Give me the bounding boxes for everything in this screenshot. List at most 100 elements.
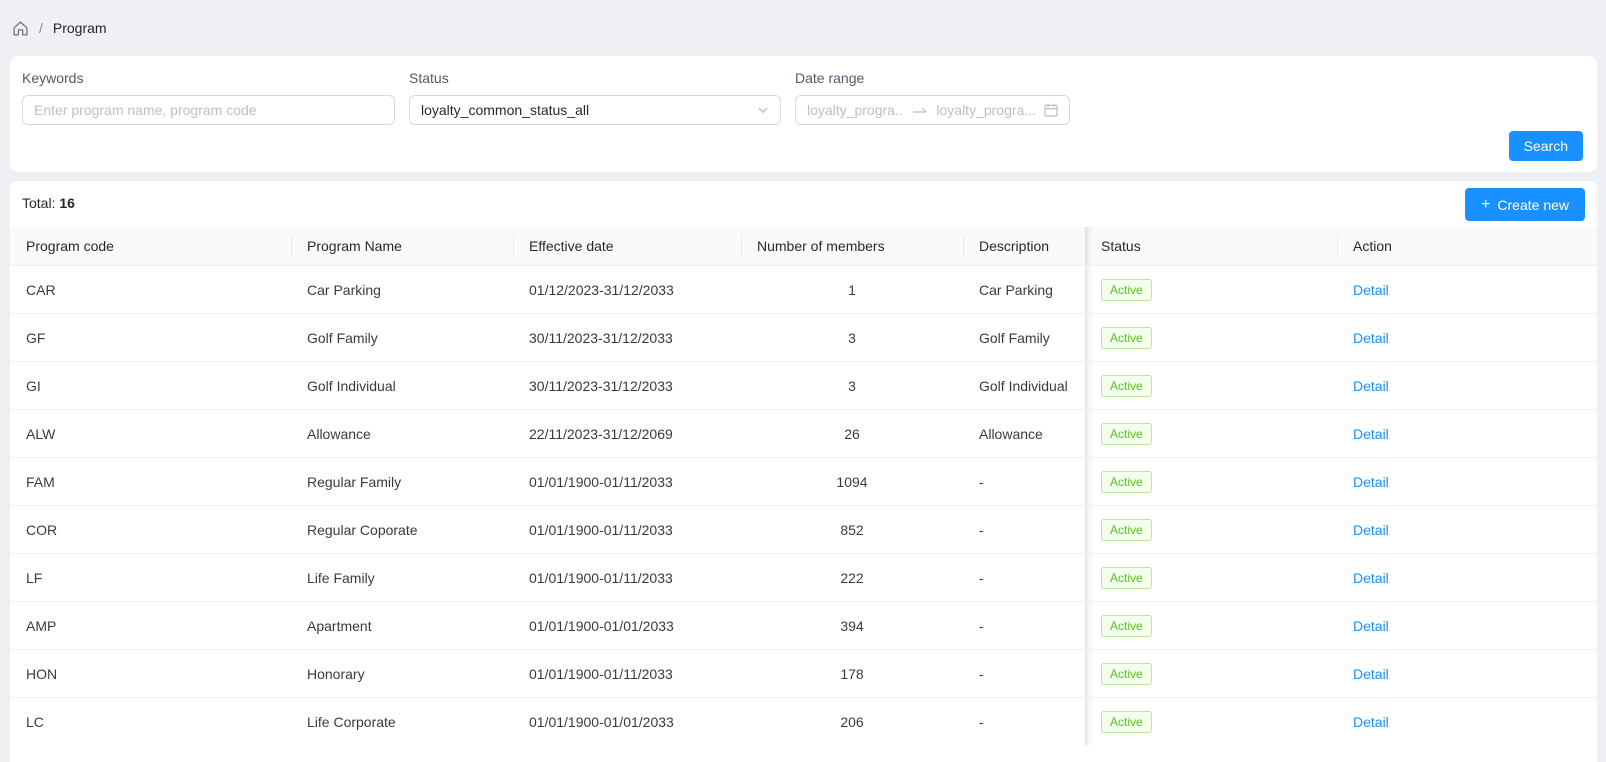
cell-number-of-members: 1094 <box>741 458 963 505</box>
cell-program-code: COR <box>10 506 291 553</box>
cell-number-of-members: 852 <box>741 506 963 553</box>
cell-program-code: CAR <box>10 266 291 313</box>
table-row: FAMRegular Family01/01/1900-01/11/203310… <box>10 457 1597 505</box>
table-row: CORRegular Coporate01/01/1900-01/11/2033… <box>10 505 1597 553</box>
table-row: LCLife Corporate01/01/1900-01/01/2033206… <box>10 697 1597 745</box>
cell-number-of-members: 206 <box>741 698 963 745</box>
breadcrumb-separator: / <box>39 20 43 36</box>
cell-program-code: GI <box>10 362 291 409</box>
cell-description: Car Parking <box>963 266 1085 313</box>
cell-action: Detail <box>1337 314 1597 361</box>
filter-panel: Keywords Status loyalty_common_status_al… <box>10 56 1597 172</box>
detail-link[interactable]: Detail <box>1353 282 1389 298</box>
column-header-description: Description <box>963 227 1085 265</box>
chevron-down-icon <box>757 104 769 116</box>
detail-link[interactable]: Detail <box>1353 666 1389 682</box>
cell-description: - <box>963 458 1085 505</box>
total-value: 16 <box>59 195 75 211</box>
date-range-picker[interactable]: loyalty_progra... loyalty_progra... <box>795 95 1070 125</box>
table-row: LFLife Family01/01/1900-01/11/2033222-Ac… <box>10 553 1597 601</box>
search-button[interactable]: Search <box>1509 131 1583 161</box>
cell-description: - <box>963 650 1085 697</box>
cell-number-of-members: 3 <box>741 362 963 409</box>
status-badge: Active <box>1101 567 1152 589</box>
cell-effective-date: 01/01/1900-01/11/2033 <box>513 506 741 553</box>
cell-effective-date: 22/11/2023-31/12/2069 <box>513 410 741 457</box>
cell-action: Detail <box>1337 362 1597 409</box>
cell-program-name: Golf Individual <box>291 362 513 409</box>
cell-status: Active <box>1085 314 1337 361</box>
column-header-effective-date: Effective date <box>513 227 741 265</box>
detail-link[interactable]: Detail <box>1353 570 1389 586</box>
cell-status: Active <box>1085 362 1337 409</box>
cell-program-name: Life Corporate <box>291 698 513 745</box>
search-button-label: Search <box>1524 138 1568 154</box>
cell-status: Active <box>1085 458 1337 505</box>
cell-number-of-members: 26 <box>741 410 963 457</box>
detail-link[interactable]: Detail <box>1353 618 1389 634</box>
cell-effective-date: 01/01/1900-01/01/2033 <box>513 602 741 649</box>
cell-effective-date: 01/01/1900-01/01/2033 <box>513 698 741 745</box>
status-badge: Active <box>1101 519 1152 541</box>
table-row: HONHonorary01/01/1900-01/11/2033178-Acti… <box>10 649 1597 697</box>
detail-link[interactable]: Detail <box>1353 474 1389 490</box>
cell-program-code: ALW <box>10 410 291 457</box>
cell-program-name: Golf Family <box>291 314 513 361</box>
cell-description: - <box>963 602 1085 649</box>
table-body: CARCar Parking01/12/2023-31/12/20331Car … <box>10 265 1597 745</box>
column-header-status: Status <box>1085 227 1337 265</box>
cell-description: Allowance <box>963 410 1085 457</box>
keywords-input[interactable] <box>22 95 395 125</box>
cell-action: Detail <box>1337 506 1597 553</box>
detail-link[interactable]: Detail <box>1353 378 1389 394</box>
cell-number-of-members: 394 <box>741 602 963 649</box>
cell-effective-date: 01/12/2023-31/12/2033 <box>513 266 741 313</box>
detail-link[interactable]: Detail <box>1353 522 1389 538</box>
detail-link[interactable]: Detail <box>1353 714 1389 730</box>
cell-description: - <box>963 698 1085 745</box>
cell-program-name: Life Family <box>291 554 513 601</box>
create-new-button[interactable]: + Create new <box>1465 188 1585 221</box>
breadcrumb-current[interactable]: Program <box>53 20 107 36</box>
cell-description: Golf Family <box>963 314 1085 361</box>
cell-action: Detail <box>1337 554 1597 601</box>
column-header-program-name: Program Name <box>291 227 513 265</box>
cell-action: Detail <box>1337 458 1597 505</box>
cell-action: Detail <box>1337 266 1597 313</box>
cell-effective-date: 01/01/1900-01/11/2033 <box>513 554 741 601</box>
detail-link[interactable]: Detail <box>1353 330 1389 346</box>
status-badge: Active <box>1101 423 1152 445</box>
cell-effective-date: 30/11/2023-31/12/2033 <box>513 314 741 361</box>
total-label: Total: <box>22 195 55 211</box>
calendar-icon <box>1044 103 1058 117</box>
cell-program-name: Regular Coporate <box>291 506 513 553</box>
cell-program-name: Regular Family <box>291 458 513 505</box>
cell-status: Active <box>1085 698 1337 745</box>
status-badge: Active <box>1101 471 1152 493</box>
date-range-end[interactable]: loyalty_progra... <box>936 102 1036 118</box>
cell-status: Active <box>1085 506 1337 553</box>
table-row: AMPApartment01/01/1900-01/01/2033394-Act… <box>10 601 1597 649</box>
cell-status: Active <box>1085 602 1337 649</box>
home-icon[interactable] <box>12 20 29 37</box>
program-table-panel: Total: 16 + Create new Program codeProgr… <box>10 181 1597 762</box>
status-field: Status loyalty_common_status_all <box>409 68 781 125</box>
cell-program-name: Honorary <box>291 650 513 697</box>
column-header-number-of-members: Number of members <box>741 227 963 265</box>
status-select[interactable]: loyalty_common_status_all <box>409 95 781 125</box>
cell-program-code: HON <box>10 650 291 697</box>
status-badge: Active <box>1101 327 1152 349</box>
cell-effective-date: 01/01/1900-01/11/2033 <box>513 458 741 505</box>
cell-description: Golf Individual <box>963 362 1085 409</box>
plus-icon: + <box>1481 197 1490 213</box>
table-header-row: Program codeProgram NameEffective dateNu… <box>10 227 1597 265</box>
cell-status: Active <box>1085 266 1337 313</box>
status-badge: Active <box>1101 375 1152 397</box>
date-range-start[interactable]: loyalty_progra... <box>807 102 904 118</box>
cell-program-name: Apartment <box>291 602 513 649</box>
cell-description: - <box>963 554 1085 601</box>
cell-status: Active <box>1085 650 1337 697</box>
cell-action: Detail <box>1337 602 1597 649</box>
keywords-field: Keywords <box>22 68 395 125</box>
detail-link[interactable]: Detail <box>1353 426 1389 442</box>
